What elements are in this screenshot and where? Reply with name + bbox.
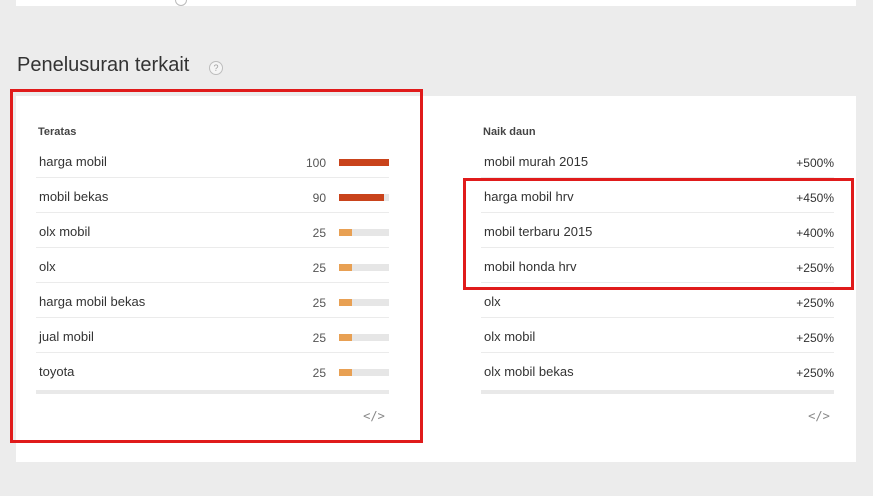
list-item[interactable]: mobil murah 2015 +500% (481, 143, 834, 178)
value-bar-fill (339, 194, 384, 201)
rising-list: mobil murah 2015 +500% harga mobil hrv +450… (481, 143, 834, 388)
item-label: mobil bekas (39, 189, 109, 204)
related-searches-card: Teratas harga mobil 100 mobil bekas 90 olx m… (16, 96, 856, 462)
value-bar-fill (339, 299, 352, 306)
value-bar-fill (339, 229, 352, 236)
item-value: 100 (305, 156, 326, 170)
help-icon[interactable]: ? (209, 61, 223, 75)
item-label: mobil murah 2015 (484, 154, 589, 169)
value-bar-fill (339, 334, 352, 341)
item-label: olx (39, 259, 56, 274)
list-item[interactable]: olx mobil bekas +250% (481, 353, 834, 388)
item-change: +250% (796, 331, 834, 345)
item-label: harga mobil hrv (484, 189, 574, 204)
code-icon[interactable]: </> (808, 408, 830, 424)
item-change: +500% (796, 156, 834, 170)
value-bar (339, 159, 389, 166)
item-value: 25 (312, 331, 326, 345)
item-label: olx mobil (39, 224, 91, 239)
list-item[interactable]: olx +250% (481, 283, 834, 318)
item-label: olx mobil (484, 329, 536, 344)
list-item[interactable]: harga mobil bekas 25 (36, 283, 389, 318)
item-label: toyota (39, 364, 75, 379)
value-bar (339, 369, 389, 376)
help-icon-previous[interactable] (175, 0, 187, 6)
list-item[interactable]: harga mobil 100 (36, 143, 389, 178)
list-item[interactable]: olx mobil +250% (481, 318, 834, 353)
value-bar (339, 299, 389, 306)
value-bar (339, 334, 389, 341)
previous-card (16, 0, 856, 6)
item-label: harga mobil bekas (39, 294, 146, 309)
item-label: olx (484, 294, 501, 309)
value-bar (339, 229, 389, 236)
list-scrollbar[interactable] (481, 390, 834, 394)
code-icon[interactable]: </> (363, 408, 385, 424)
list-item[interactable]: olx mobil 25 (36, 213, 389, 248)
item-label: jual mobil (39, 329, 94, 344)
value-bar-fill (339, 264, 352, 271)
list-item[interactable]: olx 25 (36, 248, 389, 283)
list-item[interactable]: harga mobil hrv +450% (481, 178, 834, 213)
list-item[interactable]: mobil honda hrv +250% (481, 248, 834, 283)
item-value: 25 (312, 366, 326, 380)
list-item[interactable]: mobil terbaru 2015 +400% (481, 213, 834, 248)
value-bar-fill (339, 369, 352, 376)
item-change: +400% (796, 226, 834, 240)
item-change: +450% (796, 191, 834, 205)
section-title: Penelusuran terkait (17, 54, 190, 76)
item-label: harga mobil (39, 154, 107, 169)
list-scrollbar[interactable] (36, 390, 389, 394)
list-item[interactable]: toyota 25 (36, 353, 389, 388)
value-bar (339, 264, 389, 271)
rising-column-header: Naik daun (483, 126, 536, 138)
item-change: +250% (796, 366, 834, 380)
item-change: +250% (796, 261, 834, 275)
item-label: olx mobil bekas (484, 364, 574, 379)
item-change: +250% (796, 296, 834, 310)
top-list: harga mobil 100 mobil bekas 90 olx mobil 25 ol… (36, 143, 389, 388)
list-item[interactable]: jual mobil 25 (36, 318, 389, 353)
value-bar (339, 194, 389, 201)
item-label: mobil honda hrv (484, 259, 577, 274)
value-bar-fill (339, 159, 389, 166)
item-value: 25 (312, 226, 326, 240)
list-item[interactable]: mobil bekas 90 (36, 178, 389, 213)
item-value: 25 (312, 296, 326, 310)
item-value: 25 (312, 261, 326, 275)
top-column-header: Teratas (38, 126, 77, 138)
item-label: mobil terbaru 2015 (484, 224, 593, 239)
item-value: 90 (312, 191, 326, 205)
